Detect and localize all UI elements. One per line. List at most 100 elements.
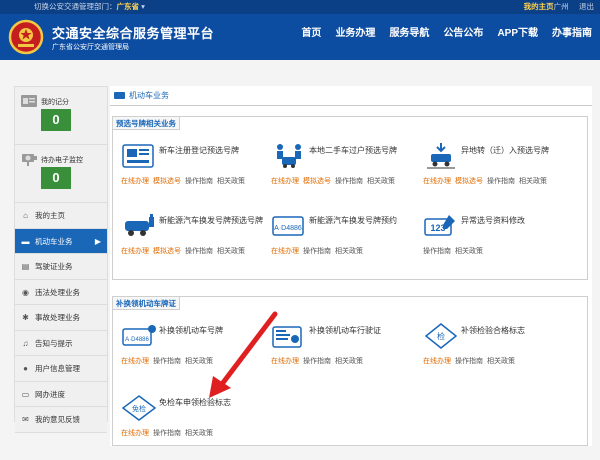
online-handle-link[interactable]: 在线办理 bbox=[121, 430, 149, 437]
policy-link[interactable]: 相关政策 bbox=[367, 178, 395, 185]
service-links: 在线办理 模拟选号 操作指南 相关政策 bbox=[271, 176, 399, 186]
sidebar-item-label: 用户信息管理 bbox=[35, 364, 80, 373]
guide-link[interactable]: 操作指南 bbox=[303, 358, 331, 365]
service-new-energy-preselect: 新能源汽车换发号牌预选号牌 在线办理 模拟选号 操作指南 相关政策 bbox=[121, 211, 271, 269]
plate-replace-icon: A·D4886 bbox=[122, 325, 156, 346]
sidebar-menu: ⌂ 我的主页 ▬ 机动车业务 ▶ ▤ 驾驶证业务 ◉ 违法处理业务 ✱ 事故处理业务 ♫ 告知… bbox=[15, 203, 107, 433]
online-handle-link[interactable]: 在线办理 bbox=[271, 178, 299, 185]
logout-link[interactable]: 退出 bbox=[579, 2, 594, 11]
province-select[interactable]: 广东省 bbox=[117, 2, 140, 11]
score-label: 我的记分 bbox=[41, 99, 69, 106]
online-handle-link[interactable]: 在线办理 bbox=[423, 178, 451, 185]
sidebar-item-progress[interactable]: ▭ 网办进度 bbox=[15, 381, 107, 407]
guide-link[interactable]: 操作指南 bbox=[335, 178, 363, 185]
policy-link[interactable]: 相关政策 bbox=[519, 178, 547, 185]
new-car-plate-icon bbox=[122, 144, 154, 168]
guide-link[interactable]: 操作指南 bbox=[303, 248, 331, 255]
chevron-down-icon: ▾ bbox=[139, 2, 145, 11]
inspection-label-icon: 检 bbox=[424, 323, 458, 349]
guide-link[interactable]: 操作指南 bbox=[153, 430, 181, 437]
service-links: 在线办理 模拟选号 操作指南 相关政策 bbox=[423, 176, 551, 186]
score-card[interactable]: 我的记分 0 bbox=[15, 87, 107, 145]
simulate-select-link[interactable]: 模拟选号 bbox=[153, 178, 181, 185]
online-handle-link[interactable]: 在线办理 bbox=[271, 248, 299, 255]
main-content: 机动车业务 预选号牌相关业务 新车注册登记预选号牌 在线办理 模拟选号 操作指南 相关… bbox=[110, 86, 592, 446]
policy-link[interactable]: 相关政策 bbox=[487, 358, 515, 365]
policy-link[interactable]: 相关政策 bbox=[455, 248, 483, 255]
policy-link[interactable]: 相关政策 bbox=[335, 248, 363, 255]
my-home-link[interactable]: 我的主页 bbox=[524, 2, 554, 11]
online-handle-link[interactable]: 在线办理 bbox=[121, 358, 149, 365]
simulate-select-link[interactable]: 模拟选号 bbox=[455, 178, 483, 185]
section-plate-preselect: 预选号牌相关业务 新车注册登记预选号牌 在线办理 模拟选号 操作指南 相关政策 本地二… bbox=[112, 116, 588, 280]
service-name: 新能源汽车换发号牌预选号牌 bbox=[159, 216, 263, 225]
service-name: 本地二手车过户预选号牌 bbox=[309, 146, 397, 155]
service-number-edit: 123 异常选号资料修改 操作指南 相关政策 bbox=[423, 211, 573, 269]
exempt-label-icon: 免检 bbox=[121, 395, 157, 421]
sidebar-item-violation[interactable]: ◉ 违法处理业务 bbox=[15, 279, 107, 305]
policy-link[interactable]: 相关政策 bbox=[217, 178, 245, 185]
section-title: 预选号牌相关业务 bbox=[113, 117, 180, 130]
user-links: 我的主页广州 退出 bbox=[524, 0, 594, 14]
policy-link[interactable]: 相关政策 bbox=[217, 248, 245, 255]
service-new-energy-appointment: A·D4886 新能源汽车换发号牌预约 在线办理 操作指南 相关政策 bbox=[271, 211, 421, 269]
new-energy-plate-icon: A·D4886 bbox=[272, 216, 304, 236]
switch-label: 切换公安交通管理部门： bbox=[34, 2, 117, 11]
service-name: 异地转（迁）入预选号牌 bbox=[461, 146, 549, 155]
service-name: 补领检验合格标志 bbox=[461, 326, 525, 335]
guide-link[interactable]: 操作指南 bbox=[455, 358, 483, 365]
transfer-in-icon bbox=[427, 143, 455, 169]
breadcrumb-label: 机动车业务 bbox=[129, 91, 169, 100]
red-arrow-annotation bbox=[209, 311, 278, 398]
used-car-transfer-icon bbox=[277, 144, 301, 168]
sidebar-item-user-info[interactable]: ● 用户信息管理 bbox=[15, 356, 107, 382]
city-label: 广州 bbox=[553, 2, 569, 11]
nav-handling-guide[interactable]: 办事指南 bbox=[552, 14, 592, 60]
service-name: 新车注册登记预选号牌 bbox=[159, 146, 239, 155]
service-links: 在线办理 模拟选号 操作指南 相关政策 bbox=[121, 176, 249, 186]
truck-icon bbox=[114, 92, 125, 100]
simulate-select-link[interactable]: 模拟选号 bbox=[153, 248, 181, 255]
sidebar-item-label: 网办进度 bbox=[35, 389, 65, 399]
guide-link[interactable]: 操作指南 bbox=[423, 248, 451, 255]
guide-link[interactable]: 操作指南 bbox=[487, 178, 515, 185]
service-used-car-transfer: 本地二手车过户预选号牌 在线办理 模拟选号 操作指南 相关政策 bbox=[271, 141, 421, 199]
nav-business[interactable]: 业务办理 bbox=[335, 14, 375, 60]
nav-app-download[interactable]: APP下载 bbox=[497, 14, 538, 60]
online-handle-link[interactable]: 在线办理 bbox=[121, 178, 149, 185]
number-edit-icon: 123 bbox=[424, 215, 455, 236]
service-name: 新能源汽车换发号牌预约 bbox=[309, 216, 397, 225]
police-emblem-icon bbox=[8, 19, 44, 55]
inspect-text: 检 bbox=[437, 331, 445, 341]
section-plate-replace: 补换领机动车牌证 A·D4886 补换领机动车号牌 在线办理 操作指南 相关政策 补… bbox=[112, 296, 588, 446]
service-links: 操作指南 相关政策 bbox=[423, 246, 487, 256]
policy-link[interactable]: 相关政策 bbox=[335, 358, 363, 365]
new-energy-car-icon bbox=[125, 214, 154, 236]
nav-service-guide[interactable]: 服务导航 bbox=[389, 14, 429, 60]
guide-link[interactable]: 操作指南 bbox=[185, 178, 213, 185]
sidebar-item-vehicle[interactable]: ▬ 机动车业务 ▶ bbox=[15, 228, 107, 254]
sidebar-item-accident[interactable]: ✱ 事故处理业务 bbox=[15, 305, 107, 331]
service-links: 在线办理 操作指南 相关政策 bbox=[121, 356, 217, 366]
sidebar-item-notice[interactable]: ♫ 告知与提示 bbox=[15, 330, 107, 356]
sidebar-item-label: 驾驶证业务 bbox=[35, 262, 73, 271]
online-handle-link[interactable]: 在线办理 bbox=[121, 248, 149, 255]
sidebar-item-feedback[interactable]: ✉ 我的意见反馈 bbox=[15, 407, 107, 433]
service-license-replace: 补换领机动车行驶证 在线办理 操作指南 相关政策 bbox=[271, 321, 421, 379]
guide-link[interactable]: 操作指南 bbox=[185, 248, 213, 255]
sidebar-item-home[interactable]: ⌂ 我的主页 bbox=[15, 203, 107, 229]
sidebar-item-license[interactable]: ▤ 驾驶证业务 bbox=[15, 254, 107, 280]
nav-home[interactable]: 首页 bbox=[301, 14, 321, 60]
nav-announcements[interactable]: 公告公布 bbox=[443, 14, 483, 60]
guide-link[interactable]: 操作指南 bbox=[153, 358, 181, 365]
feedback-icon: ✉ bbox=[22, 415, 29, 424]
simulate-select-link[interactable]: 模拟选号 bbox=[303, 178, 331, 185]
home-icon: ⌂ bbox=[23, 211, 28, 220]
sidebar-item-label: 我的意见反馈 bbox=[35, 415, 80, 424]
department-switcher[interactable]: 切换公安交通管理部门：广东省 ▾ bbox=[34, 0, 145, 14]
violation-card[interactable]: 待办电子监控 0 bbox=[15, 145, 107, 203]
sidebar-item-label: 我的主页 bbox=[35, 211, 65, 220]
policy-link[interactable]: 相关政策 bbox=[185, 430, 213, 437]
site-subtitle: 广东省公安厅交通管理局 bbox=[52, 44, 129, 51]
online-handle-link[interactable]: 在线办理 bbox=[423, 358, 451, 365]
